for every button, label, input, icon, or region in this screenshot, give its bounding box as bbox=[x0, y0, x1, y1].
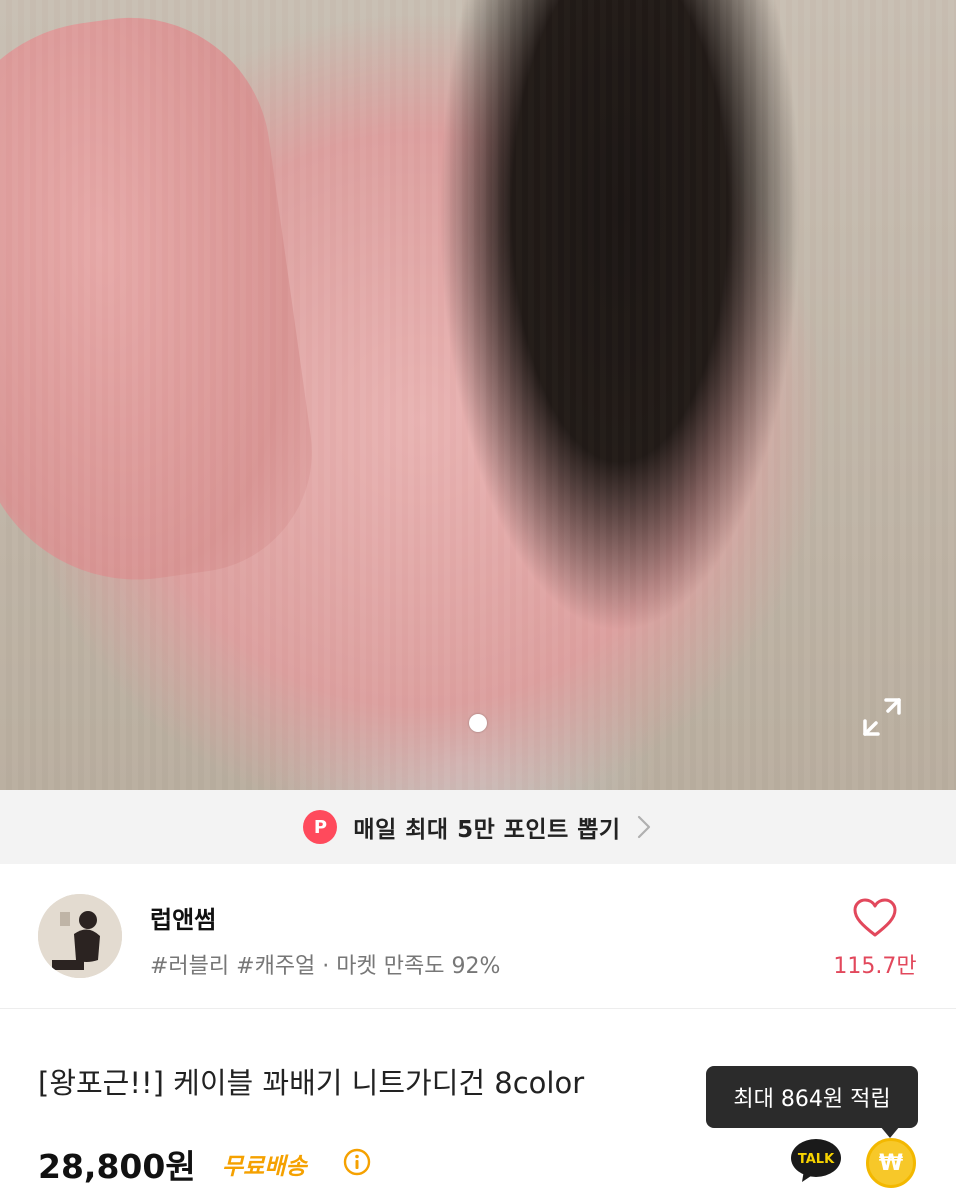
heart-icon[interactable] bbox=[852, 898, 898, 938]
talk-icon[interactable]: TALK bbox=[790, 1138, 842, 1184]
seller-tags: #러블리 #캐주얼 · 마켓 만족도 92% bbox=[150, 954, 501, 979]
point-banner-text: 매일 최대 5만 포인트 뽑기 bbox=[353, 817, 621, 843]
free-shipping-label: 무료배송 bbox=[222, 1154, 307, 1180]
knit-texture bbox=[0, 0, 956, 790]
reward-tooltip: 최대 864원 적립 bbox=[706, 1066, 918, 1128]
talk-label: TALK bbox=[798, 1152, 835, 1167]
product-price: 28,800원 bbox=[38, 1147, 196, 1186]
seller-row[interactable]: 럽앤썸 #러블리 #캐주얼 · 마켓 만족도 92% 115.7만 bbox=[0, 864, 956, 1009]
expand-icon[interactable] bbox=[862, 697, 902, 737]
avatar-figure-icon bbox=[38, 894, 122, 978]
info-icon[interactable] bbox=[343, 1148, 371, 1176]
chevron-right-icon bbox=[637, 815, 650, 839]
tooltip-arrow bbox=[880, 1126, 900, 1138]
point-badge-icon: P bbox=[303, 810, 338, 844]
point-draw-banner[interactable]: P 매일 최대 5만 포인트 뽑기 bbox=[0, 790, 956, 864]
reward-coin-icon[interactable]: ₩ bbox=[866, 1138, 916, 1188]
product-title: [왕포근!!] 케이블 꽈배기 니트가디건 8color bbox=[38, 1066, 585, 1100]
seller-avatar[interactable] bbox=[38, 894, 122, 978]
likes-count: 115.7만 bbox=[833, 954, 917, 979]
carousel-dot[interactable] bbox=[469, 714, 487, 732]
product-image[interactable] bbox=[0, 0, 956, 790]
seller-name[interactable]: 럽앤썸 bbox=[150, 900, 216, 935]
